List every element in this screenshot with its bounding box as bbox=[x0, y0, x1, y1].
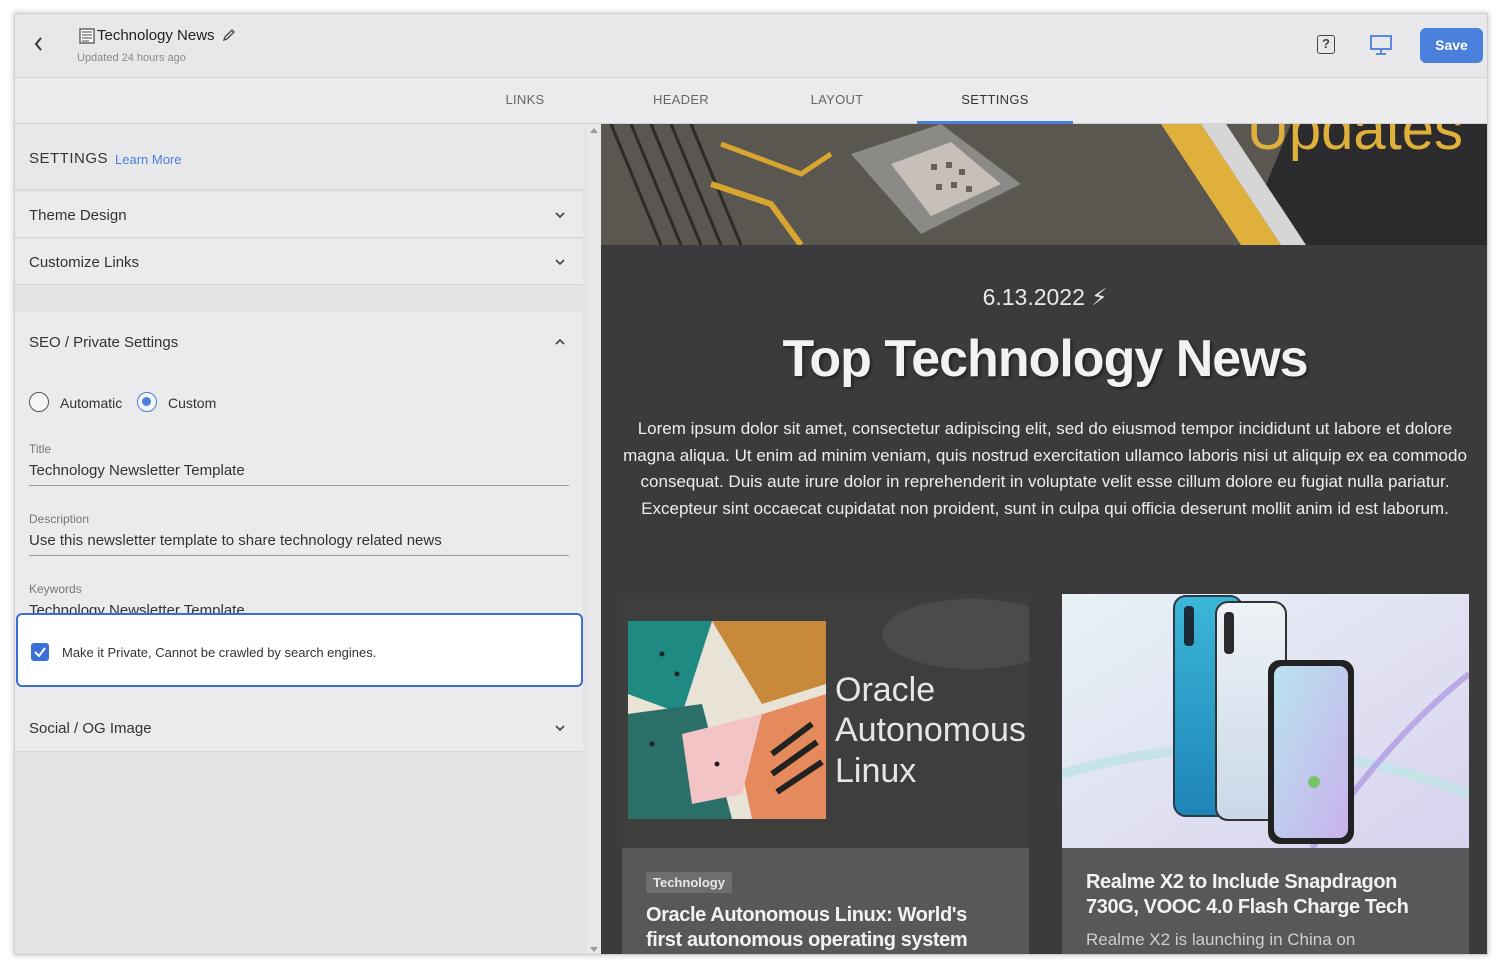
article-title[interactable]: Realme X2 to Include Snapdragon 730G, VO… bbox=[1086, 870, 1446, 920]
banner-image: Updates bbox=[601, 124, 1487, 245]
tab-layout[interactable]: LAYOUT bbox=[789, 78, 885, 124]
title-field[interactable]: Technology Newsletter Template bbox=[29, 462, 569, 486]
tab-links[interactable]: LINKS bbox=[477, 78, 573, 124]
realme-article-image bbox=[1062, 594, 1469, 848]
accordion-social-og-image[interactable]: Social / OG Image bbox=[15, 704, 583, 752]
newsletter-headline: Top Technology News bbox=[782, 330, 1308, 388]
description-field-label: Description bbox=[29, 512, 90, 526]
top-bar: Technology News Updated 24 hours ago ? S… bbox=[15, 14, 1487, 78]
category-tag: Technology bbox=[646, 872, 732, 893]
title-field-label: Title bbox=[29, 442, 52, 456]
scroll-up-icon[interactable] bbox=[590, 128, 598, 133]
chevron-down-icon bbox=[555, 725, 565, 732]
private-option-box[interactable]: Make it Private, Cannot be crawled by se… bbox=[16, 613, 583, 687]
tab-bar: LINKS HEADER LAYOUT SETTINGS bbox=[15, 78, 1487, 124]
oracle-image-text-2: Autonomous bbox=[835, 711, 1026, 749]
settings-header: SETTINGS Learn More bbox=[15, 124, 583, 190]
automatic-radio[interactable] bbox=[29, 392, 49, 412]
automatic-label: Automatic bbox=[60, 395, 123, 411]
back-arrow-icon[interactable] bbox=[29, 32, 49, 56]
banner-updates-text: Updates bbox=[1247, 124, 1463, 162]
chevron-down-icon bbox=[555, 212, 565, 219]
oracle-image-text-3: Linux bbox=[835, 752, 916, 790]
accordion-theme-design[interactable]: Theme Design bbox=[15, 192, 583, 238]
newsletter-intro: Lorem ipsum dolor sit amet, consectetur … bbox=[623, 419, 1467, 518]
updated-timestamp: Updated 24 hours ago bbox=[77, 52, 186, 64]
oracle-image-text-1: Oracle bbox=[835, 671, 935, 709]
scroll-down-icon[interactable] bbox=[590, 947, 598, 952]
article-description: Realme X2 is launching in China on bbox=[1086, 930, 1356, 949]
newsletter-date: 6.13.2022 ⚡ bbox=[982, 284, 1108, 310]
tab-settings[interactable]: SETTINGS bbox=[917, 78, 1073, 124]
chevron-down-icon bbox=[555, 259, 565, 266]
newsletter-preview: Updates 6.13.2022 ⚡ Top Technology News … bbox=[601, 124, 1487, 954]
learn-more-link[interactable]: Learn More bbox=[115, 152, 181, 167]
help-icon[interactable]: ? bbox=[1317, 35, 1335, 54]
custom-radio[interactable] bbox=[137, 392, 157, 412]
app-window: Technology News Updated 24 hours ago ? S… bbox=[14, 13, 1488, 955]
desktop-preview-icon[interactable] bbox=[1369, 34, 1393, 56]
settings-title: SETTINGS bbox=[29, 150, 109, 167]
accordion-customize-links[interactable]: Customize Links bbox=[15, 239, 583, 285]
private-checkbox-label: Make it Private, Cannot be crawled by se… bbox=[62, 645, 377, 660]
document-title: Technology News bbox=[97, 27, 215, 44]
newsletter-icon bbox=[79, 28, 95, 44]
custom-label: Custom bbox=[168, 395, 217, 411]
description-field[interactable]: Use this newsletter template to share te… bbox=[29, 532, 569, 556]
keywords-field-label: Keywords bbox=[29, 582, 82, 596]
private-checkbox[interactable] bbox=[31, 643, 49, 661]
save-button[interactable]: Save bbox=[1420, 28, 1483, 63]
edit-pencil-icon[interactable] bbox=[222, 28, 236, 42]
article-card-oracle[interactable]: Oracle Autonomous Linux Technology Oracl… bbox=[622, 594, 1029, 954]
oracle-article-image: Oracle Autonomous Linux bbox=[622, 594, 1029, 848]
tab-header[interactable]: HEADER bbox=[633, 78, 729, 124]
accordion-label: Customize Links bbox=[29, 254, 140, 271]
accordion-label: Social / OG Image bbox=[29, 720, 152, 737]
seo-section-label[interactable]: SEO / Private Settings bbox=[29, 334, 178, 351]
circuit-board-image: Updates bbox=[601, 124, 1487, 245]
panel-scrollbar[interactable] bbox=[587, 124, 601, 954]
article-card-realme[interactable]: Realme X2 to Include Snapdragon 730G, VO… bbox=[1062, 594, 1469, 954]
chevron-up-icon[interactable] bbox=[553, 335, 567, 349]
article-title[interactable]: Oracle Autonomous Linux: World's first a… bbox=[646, 903, 1006, 953]
settings-panel: SETTINGS Learn More Theme Design Customi… bbox=[15, 124, 587, 954]
accordion-label: Theme Design bbox=[29, 207, 127, 224]
